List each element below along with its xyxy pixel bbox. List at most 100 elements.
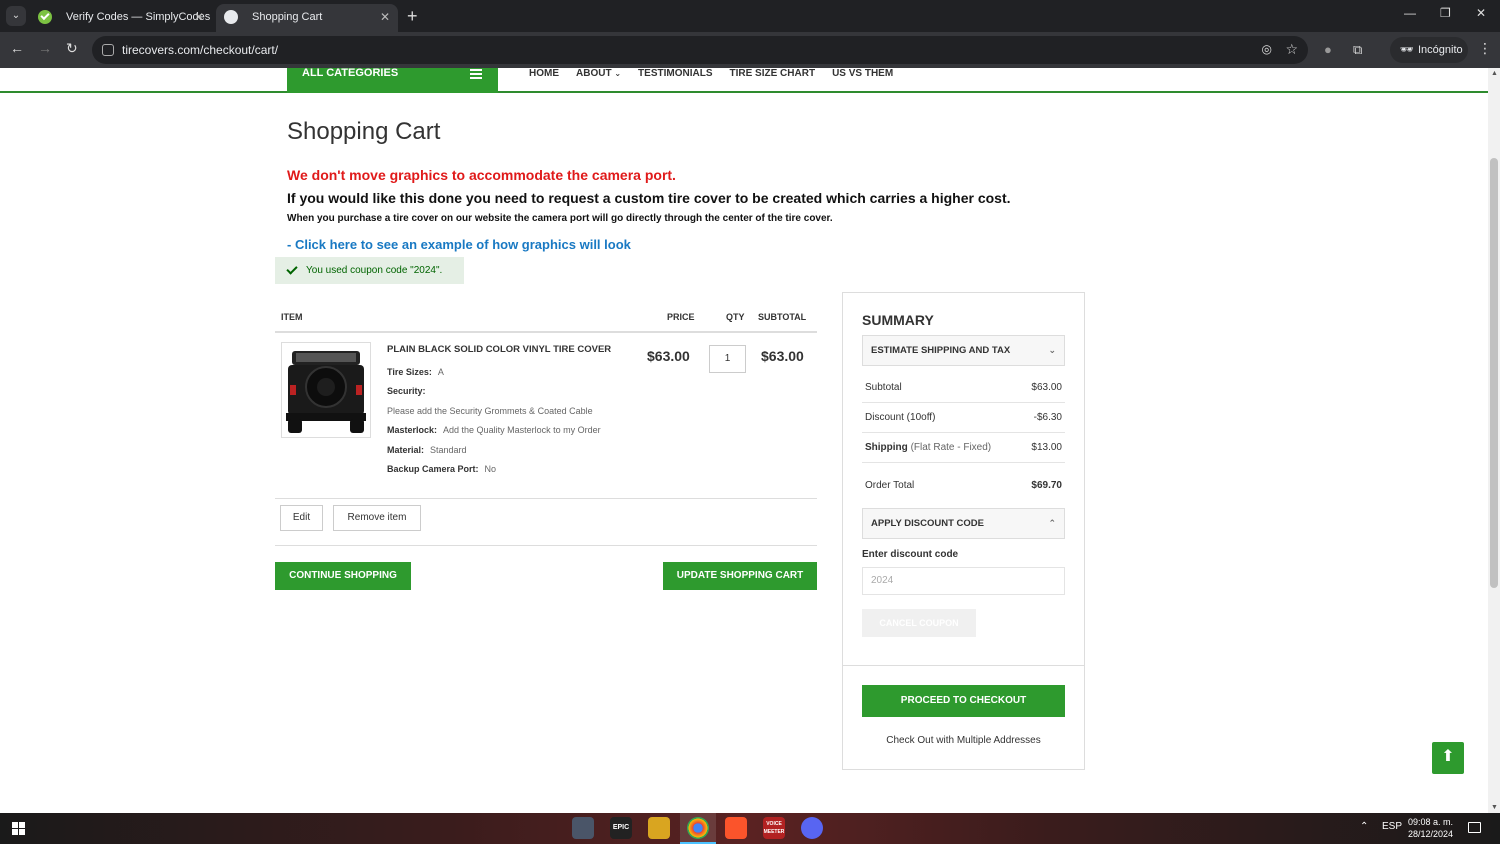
url-text[interactable]: tirecovers.com/checkout/cart/ <box>122 43 278 57</box>
summary-discount-row: Discount (10off) -$6.30 <box>862 403 1065 433</box>
coupon-success-message: You used coupon code "2024". <box>275 257 464 284</box>
window-close-icon[interactable]: ✕ <box>1476 6 1486 20</box>
option-label: Backup Camera Port: <box>387 464 479 474</box>
simplycodes-favicon-icon <box>38 10 52 24</box>
kebab-menu-icon[interactable]: ⋮ <box>1478 40 1492 57</box>
col-item: ITEM <box>281 312 303 322</box>
quantity-input[interactable]: 1 <box>709 345 746 373</box>
tab-verify-codes[interactable]: Verify Codes — SimplyCodes ✕ <box>30 4 212 32</box>
scroll-up-icon[interactable]: ▲ <box>1491 70 1498 77</box>
option-backup-camera: Backup Camera Port: No <box>387 464 496 474</box>
camera-port-detail: When you purchase a tire cover on our we… <box>287 213 833 224</box>
nav-tire-size-chart[interactable]: TIRE SIZE CHART <box>730 68 816 79</box>
chrome-icon[interactable] <box>687 817 709 839</box>
summary-row-label: Discount (10off) <box>865 412 936 423</box>
address-bar[interactable]: tirecovers.com/checkout/cart/ ◎ ☆ <box>92 36 1308 64</box>
col-qty: QTY <box>726 312 745 322</box>
scroll-down-icon[interactable]: ▼ <box>1491 804 1498 811</box>
update-cart-button[interactable]: UPDATE SHOPPING CART <box>663 562 817 590</box>
eye-off-icon[interactable]: ◎ <box>1262 42 1272 56</box>
incognito-label: Incógnito <box>1417 44 1463 56</box>
epic-games-icon[interactable]: EPIC <box>610 817 632 839</box>
option-security: Security: <box>387 386 432 396</box>
scrollbar-thumb[interactable] <box>1490 158 1498 588</box>
site-info-icon[interactable] <box>102 44 114 56</box>
reload-icon[interactable]: ↻ <box>66 40 78 57</box>
summary-subtotal-row: Subtotal $63.00 <box>862 373 1065 403</box>
multiple-addresses-link[interactable]: Check Out with Multiple Addresses <box>862 735 1065 746</box>
nav-about[interactable]: ABOUT ⌄ <box>576 68 621 79</box>
new-tab-icon[interactable]: + <box>407 4 418 28</box>
arrow-up-icon: ⬆ <box>1441 748 1455 765</box>
option-value: A <box>437 367 444 377</box>
shipping-method: (Flat Rate - Fixed) <box>910 442 992 453</box>
col-subtotal: SUBTOTAL <box>758 312 807 322</box>
summary-title: SUMMARY <box>862 312 934 328</box>
incognito-icon: 🕶 <box>1400 44 1414 56</box>
puzzle-icon[interactable]: ⧉ <box>1353 42 1362 58</box>
option-label: Material: <box>387 445 425 455</box>
product-name[interactable]: PLAIN BLACK SOLID COLOR VINYL TIRE COVER <box>387 344 611 355</box>
voicemeeter-label: VOICE MEETER <box>763 821 785 835</box>
notification-icon[interactable] <box>1468 822 1481 833</box>
extension-icon[interactable]: ● <box>1324 42 1332 57</box>
summary-row-value: $63.00 <box>1031 382 1062 393</box>
discount-code-input[interactable]: 2024 <box>862 567 1065 595</box>
chevron-up-icon[interactable]: ⌃ <box>1360 821 1368 832</box>
proceed-to-checkout-button[interactable]: PROCEED TO CHECKOUT <box>862 685 1065 717</box>
summary-row-label: Shipping (Flat Rate - Fixed) <box>865 442 991 453</box>
page-scrollbar[interactable]: ▲ ▼ <box>1488 68 1500 813</box>
incognito-badge[interactable]: 🕶 Incógnito <box>1390 37 1468 63</box>
clock-time: 09:08 a. m. <box>1408 817 1454 827</box>
custom-cover-notice: If you would like this done you need to … <box>287 190 1011 206</box>
tab-title: Verify Codes — SimplyCodes <box>66 11 211 23</box>
option-value: Add the Quality Masterlock to my Order <box>443 425 601 435</box>
nav-home[interactable]: HOME <box>529 68 559 79</box>
close-tab-icon[interactable]: ✕ <box>380 4 390 30</box>
avatar-app-icon[interactable] <box>572 817 594 839</box>
scroll-to-top-button[interactable]: ⬆ <box>1432 742 1464 774</box>
tab-title: Shopping Cart <box>252 11 323 23</box>
estimate-shipping-toggle[interactable]: ESTIMATE SHIPPING AND TAX ⌄ <box>862 335 1065 366</box>
language-indicator[interactable]: ESP <box>1382 821 1402 832</box>
discord-icon[interactable] <box>801 817 823 839</box>
graphics-example-link[interactable]: - Click here to see an example of how gr… <box>287 237 631 252</box>
cancel-coupon-button[interactable]: CANCEL COUPON <box>862 609 976 637</box>
item-subtotal: $63.00 <box>761 348 804 364</box>
remove-item-button[interactable]: Remove item <box>333 505 421 531</box>
option-value: No <box>484 464 497 474</box>
top-nav-links: HOME ABOUT ⌄ TESTIMONIALS TIRE SIZE CHAR… <box>529 68 893 79</box>
minimize-icon[interactable]: — <box>1404 6 1416 20</box>
summary-row-value: $13.00 <box>1031 442 1062 453</box>
nav-us-vs-them[interactable]: US VS THEM <box>832 68 893 79</box>
restore-icon[interactable]: ❐ <box>1440 6 1451 20</box>
bookmark-star-icon[interactable]: ☆ <box>1285 41 1298 58</box>
forward-arrow-icon[interactable]: → <box>38 40 52 56</box>
nav-testimonials[interactable]: TESTIMONIALS <box>638 68 712 79</box>
brave-icon[interactable] <box>725 817 747 839</box>
tab-shopping-cart[interactable]: Shopping Cart ✕ <box>216 4 398 32</box>
option-label: Masterlock: <box>387 425 438 435</box>
taskbar-clock[interactable]: 09:08 a. m. 28/12/2024 <box>1408 816 1453 840</box>
clock-date: 28/12/2024 <box>1408 829 1454 839</box>
file-explorer-icon[interactable] <box>648 817 670 839</box>
globe-favicon-icon <box>224 10 238 24</box>
all-categories-button[interactable]: ALL CATEGORIES <box>287 68 498 93</box>
windows-start-icon[interactable] <box>12 822 25 835</box>
epic-label: EPIC <box>612 824 630 831</box>
chevron-down-icon: ⌄ <box>614 69 622 78</box>
shipping-label: Shipping <box>865 442 908 453</box>
product-image[interactable] <box>281 342 371 438</box>
continue-shopping-button[interactable]: CONTINUE SHOPPING <box>275 562 411 590</box>
back-arrow-icon[interactable]: ← <box>10 40 24 56</box>
edit-button[interactable]: Edit <box>280 505 323 531</box>
option-tire-sizes: Tire Sizes: A <box>387 367 444 377</box>
voicemeeter-icon[interactable]: VOICE MEETER <box>763 817 785 839</box>
summary-divider <box>843 665 1084 666</box>
option-label: Security: <box>387 386 426 396</box>
tab-search-button[interactable]: ⌄ <box>6 6 26 26</box>
apply-discount-toggle[interactable]: APPLY DISCOUNT CODE ⌃ <box>862 508 1065 539</box>
coupon-message-text: You used coupon code "2024". <box>306 265 443 276</box>
close-tab-icon[interactable]: ✕ <box>194 4 204 30</box>
order-summary: SUMMARY ESTIMATE SHIPPING AND TAX ⌄ Subt… <box>842 292 1085 770</box>
